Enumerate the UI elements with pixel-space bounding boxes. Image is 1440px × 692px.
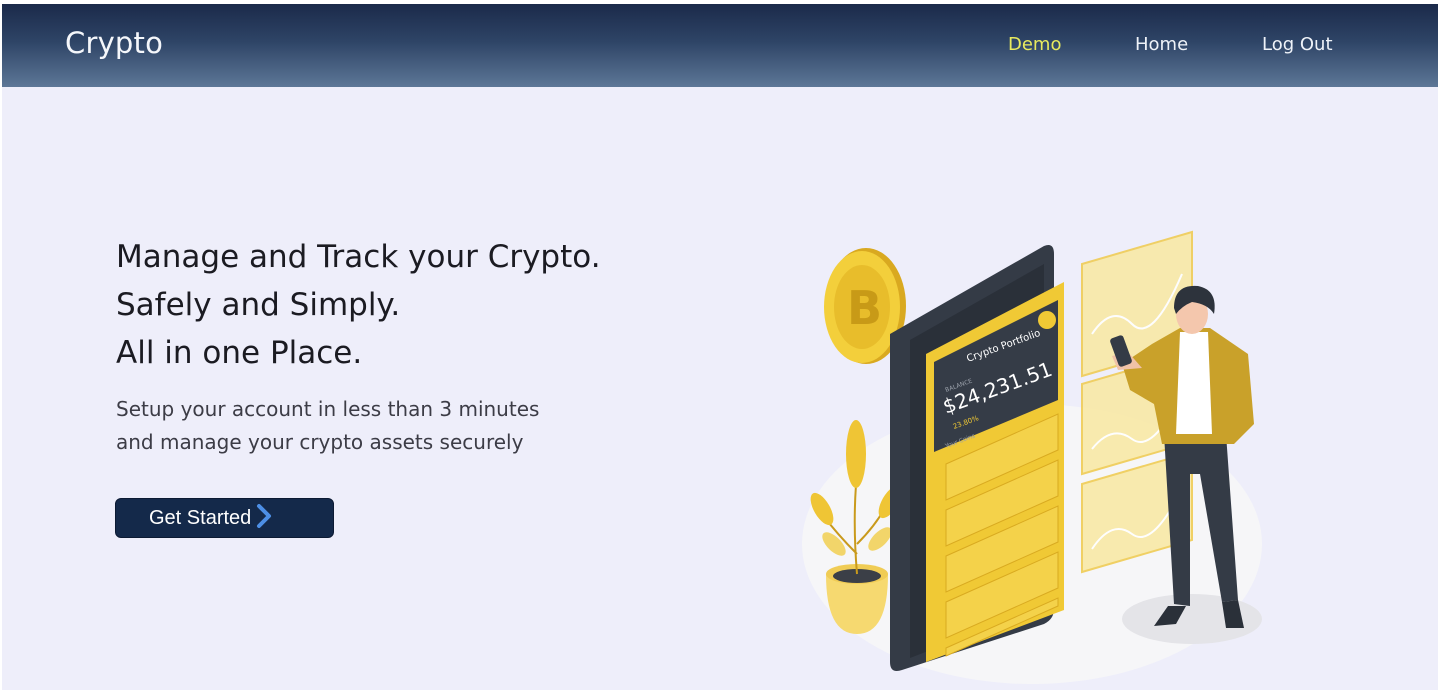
hero-subtext-line-1: Setup your account in less than 3 minute… — [116, 397, 540, 421]
brand-logo[interactable]: Crypto — [65, 26, 163, 60]
top-navbar: Crypto Demo Home Log Out — [2, 4, 1438, 87]
crypto-illustration: B Crypto Portfolio BALANCE $24,231.51 23… — [802, 230, 1262, 684]
hero-subtext-line-2: and manage your crypto assets securely — [116, 430, 524, 454]
chevron-right-icon — [256, 504, 272, 534]
get-started-label: Get Started — [149, 506, 252, 529]
hero-headline-line-1: Manage and Track your Crypto. — [116, 239, 601, 275]
nav-demo-link[interactable]: Demo — [1008, 34, 1061, 55]
page: Crypto Demo Home Log Out Manage and Trac… — [2, 4, 1438, 690]
svg-text:B: B — [847, 281, 882, 335]
nav-logout-link[interactable]: Log Out — [1262, 34, 1333, 55]
phone-mockup: Crypto Portfolio BALANCE $24,231.51 23.8… — [890, 245, 1064, 671]
nav-home-link[interactable]: Home — [1135, 34, 1188, 55]
get-started-button[interactable]: Get Started — [115, 498, 334, 538]
hero-headline-line-3: All in one Place. — [116, 335, 363, 371]
hero-headline-line-2: Safely and Simply. — [116, 287, 401, 323]
